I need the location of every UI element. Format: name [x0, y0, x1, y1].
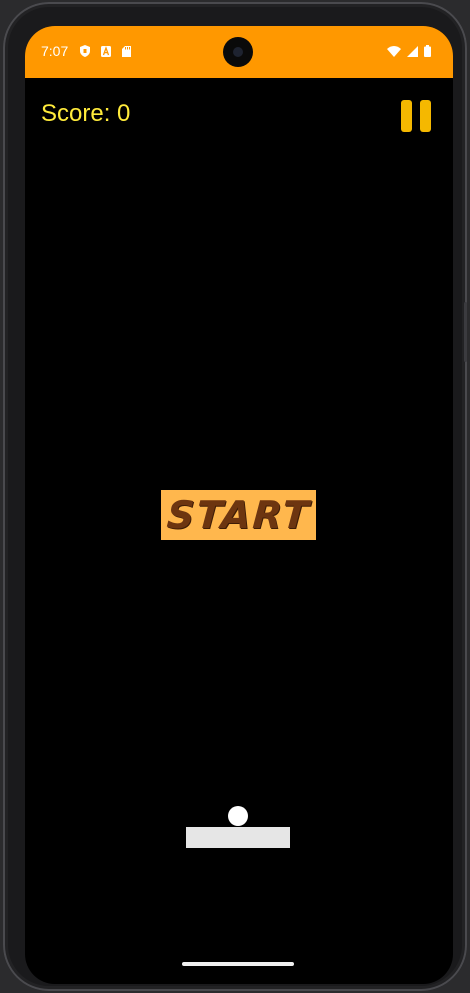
home-indicator[interactable] [182, 962, 294, 966]
score-label: Score: 0 [41, 100, 131, 127]
cell-signal-icon [407, 44, 418, 62]
phone-frame: 7:07 Score: 0 START [3, 2, 467, 991]
game-screen: 7:07 Score: 0 START [25, 26, 453, 984]
status-time: 7:07 [41, 43, 69, 59]
status-icons-right [387, 44, 431, 62]
battery-icon [424, 44, 431, 62]
ball [228, 806, 248, 826]
paddle[interactable] [186, 827, 290, 848]
status-bar: 7:07 [25, 26, 453, 78]
start-button-label: START [165, 493, 312, 537]
pause-button[interactable] [401, 100, 431, 132]
start-button[interactable]: START [161, 490, 316, 540]
volume-button [464, 302, 467, 362]
front-camera [223, 37, 253, 67]
sd-card-icon [122, 44, 131, 62]
a-letter-icon [101, 44, 111, 62]
wifi-icon [387, 44, 401, 62]
status-icons-left [80, 44, 131, 62]
shield-icon [80, 44, 90, 62]
